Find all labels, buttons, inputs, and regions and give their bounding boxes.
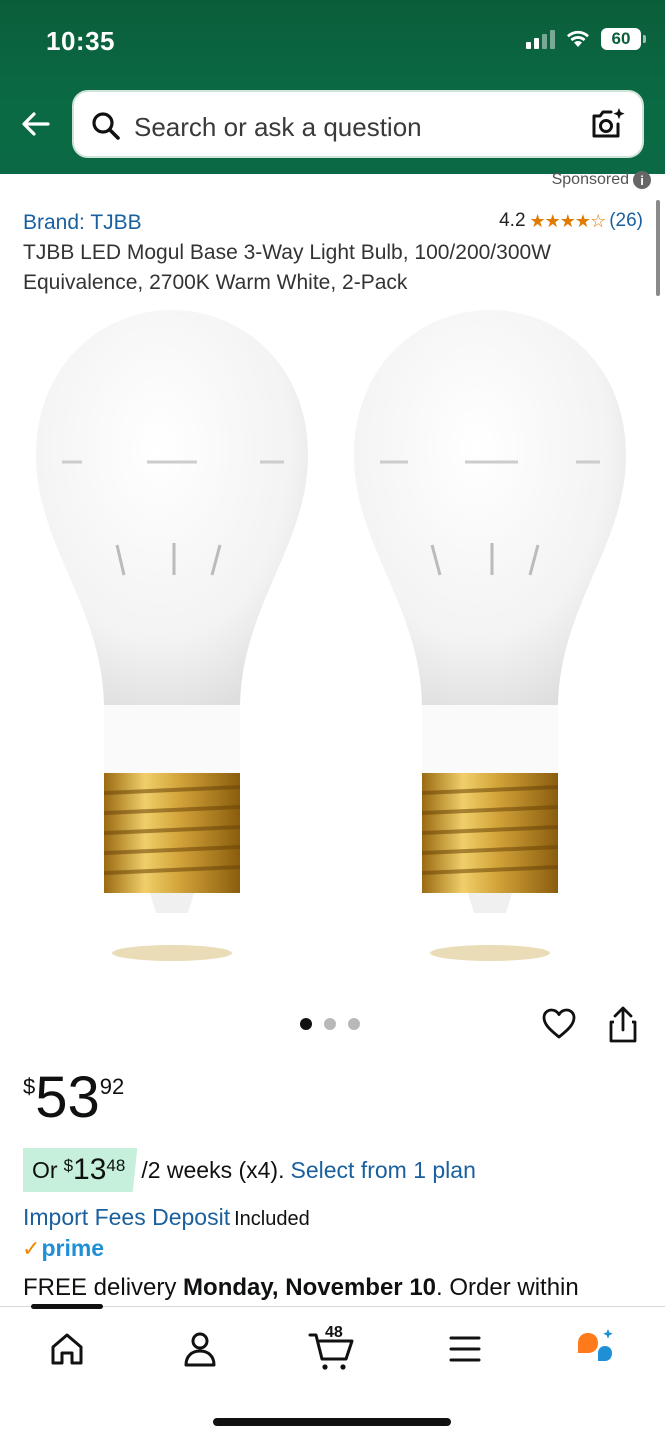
installment-whole: 13 [73, 1153, 107, 1186]
installment-terms: /2 weeks (x4). [141, 1156, 285, 1183]
wifi-icon [567, 30, 589, 47]
price: $ 53 92 [23, 1066, 124, 1130]
sponsored-label[interactable]: Sponsored i [552, 171, 651, 189]
price-fraction: 92 [99, 1074, 125, 1099]
import-fees-link[interactable]: Import Fees Deposit [23, 1204, 230, 1230]
cellular-signal-icon [526, 29, 555, 49]
installment-fraction: 48 [106, 1156, 126, 1175]
installment-prefix: Or [32, 1156, 58, 1183]
delivery-suffix: . Order within [436, 1274, 579, 1301]
search-input[interactable]: Search or ask a question [72, 90, 644, 158]
status-icons: 60 [526, 28, 646, 50]
rufus-icon[interactable] [574, 1327, 618, 1371]
account-icon[interactable] [178, 1327, 222, 1371]
delivery-date: Monday, November 10 [183, 1274, 437, 1301]
rating-summary[interactable]: 4.2 ★★★★☆ (26) [499, 210, 643, 232]
carousel-dot[interactable] [348, 1018, 360, 1030]
home-icon[interactable] [45, 1327, 89, 1371]
product-title: TJBB LED Mogul Base 3-Way Light Bulb, 10… [23, 241, 551, 294]
carousel-dot[interactable] [300, 1018, 312, 1030]
heart-icon[interactable] [541, 1006, 577, 1042]
info-icon[interactable]: i [633, 171, 651, 189]
search-icon [92, 112, 120, 140]
select-plan-link[interactable]: Select from 1 plan [290, 1157, 475, 1184]
installment-currency: $ [63, 1156, 74, 1175]
import-fees: Import Fees Deposit Included [23, 1204, 310, 1231]
scrollbar [656, 200, 660, 296]
installment-offer: Or $ 13 48 /2 weeks (x4). Select from 1 … [23, 1148, 476, 1192]
search-placeholder: Search or ask a question [134, 112, 422, 142]
back-arrow-icon[interactable] [18, 106, 54, 142]
image-carousel-dots[interactable] [300, 1018, 360, 1030]
prime-check-icon: ✓ [22, 1235, 41, 1261]
rating-value: 4.2 [499, 210, 526, 231]
rating-count[interactable]: (26) [609, 210, 643, 232]
menu-icon[interactable] [443, 1327, 487, 1371]
star-rating-icon: ★★★★☆ [529, 210, 607, 231]
price-whole: 53 [35, 1065, 100, 1130]
status-time: 10:35 [46, 26, 115, 56]
battery-icon: 60 [601, 28, 646, 50]
price-currency: $ [23, 1074, 36, 1099]
bulb-right [354, 310, 626, 961]
brand-link[interactable]: Brand: TJBB [23, 211, 142, 235]
import-fees-status: Included [234, 1208, 310, 1230]
delivery-info: FREE delivery Monday, November 10. Order… [23, 1274, 579, 1302]
cart-count-badge: 48 [325, 1324, 343, 1341]
app-header: 10:35 60 Search or ask a question [0, 0, 665, 174]
installment-badge: Or $ 13 48 [23, 1148, 138, 1192]
prime-label: prime [41, 1235, 105, 1261]
delivery-prefix: FREE delivery [23, 1274, 177, 1301]
prime-badge: ✓ prime [22, 1235, 104, 1262]
camera-search-icon[interactable] [588, 104, 628, 144]
bulb-left [36, 310, 308, 961]
share-icon[interactable] [606, 1006, 640, 1044]
nav-active-indicator [31, 1304, 103, 1309]
product-image[interactable] [0, 305, 665, 965]
carousel-dot[interactable] [324, 1018, 336, 1030]
home-indicator [213, 1418, 451, 1426]
